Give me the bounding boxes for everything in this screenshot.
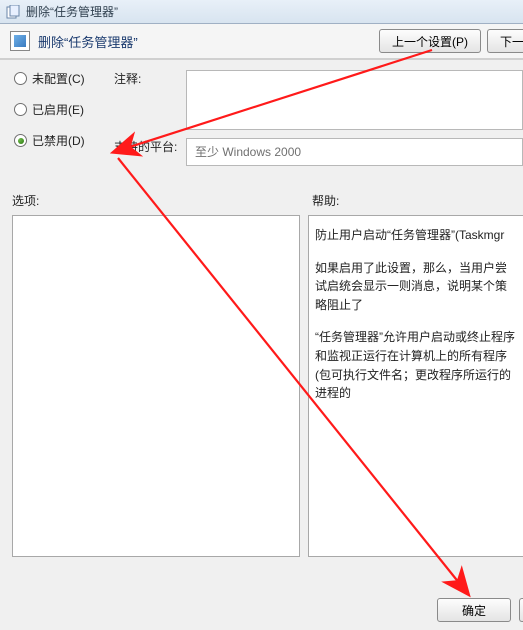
radio-label: 未配置(C) bbox=[32, 70, 85, 87]
panels-row: 防止用户启动“任务管理器”(Taskmgr 如果启用了此设置，那么，当用户尝试启… bbox=[0, 209, 523, 557]
help-paragraph: 如果启用了此设置，那么，当用户尝试启统会显示一则消息，说明某个策略阻止了 bbox=[315, 259, 517, 315]
radio-indicator-icon bbox=[14, 134, 27, 147]
radio-label: 已禁用(D) bbox=[32, 132, 85, 149]
radio-group: 未配置(C) 已启用(E) 已禁用(D) bbox=[14, 70, 114, 166]
titlebar: 删除“任务管理器” bbox=[0, 0, 523, 24]
ok-button[interactable]: 确定 bbox=[437, 598, 511, 622]
radio-indicator-icon bbox=[14, 72, 27, 85]
help-label: 帮助: bbox=[312, 192, 339, 209]
radio-enabled[interactable]: 已启用(E) bbox=[14, 101, 114, 118]
comment-box[interactable] bbox=[186, 70, 523, 130]
platform-box: 至少 Windows 2000 bbox=[186, 138, 523, 166]
nav-buttons: 上一个设置(P) 下一个 bbox=[379, 29, 523, 53]
header-bar: 删除“任务管理器” 上一个设置(P) 下一个 bbox=[0, 24, 523, 60]
radio-indicator-icon bbox=[14, 103, 27, 116]
config-area: 未配置(C) 已启用(E) 已禁用(D) 注释: 支持的平台: 至少 Windo… bbox=[0, 60, 523, 166]
platform-value: 至少 Windows 2000 bbox=[195, 145, 301, 159]
options-panel bbox=[12, 215, 300, 557]
help-paragraph: “任务管理器”允许用户启动或终止程序和监视正运行在计算机上的所有程序(包可执行文… bbox=[315, 328, 517, 402]
policy-icon bbox=[6, 5, 20, 19]
prev-setting-button[interactable]: 上一个设置(P) bbox=[379, 29, 481, 53]
cancel-button[interactable] bbox=[519, 598, 523, 622]
header-title: 删除“任务管理器” bbox=[38, 32, 138, 51]
comment-label: 注释: bbox=[114, 70, 178, 87]
radio-label: 已启用(E) bbox=[32, 101, 84, 118]
options-label: 选项: bbox=[12, 192, 312, 209]
radio-disabled[interactable]: 已禁用(D) bbox=[14, 132, 114, 149]
radio-not-configured[interactable]: 未配置(C) bbox=[14, 70, 114, 87]
footer-buttons: 确定 bbox=[437, 598, 523, 622]
help-panel: 防止用户启动“任务管理器”(Taskmgr 如果启用了此设置，那么，当用户尝试启… bbox=[308, 215, 523, 557]
platform-label: 支持的平台: bbox=[114, 138, 178, 166]
mid-labels: 选项: 帮助: bbox=[0, 192, 523, 209]
meta-column: 注释: 支持的平台: 至少 Windows 2000 bbox=[114, 70, 523, 166]
next-setting-button[interactable]: 下一个 bbox=[487, 29, 523, 53]
window-title: 删除“任务管理器” bbox=[26, 3, 118, 20]
help-paragraph: 防止用户启动“任务管理器”(Taskmgr bbox=[315, 226, 517, 245]
header-policy-icon bbox=[10, 31, 30, 51]
